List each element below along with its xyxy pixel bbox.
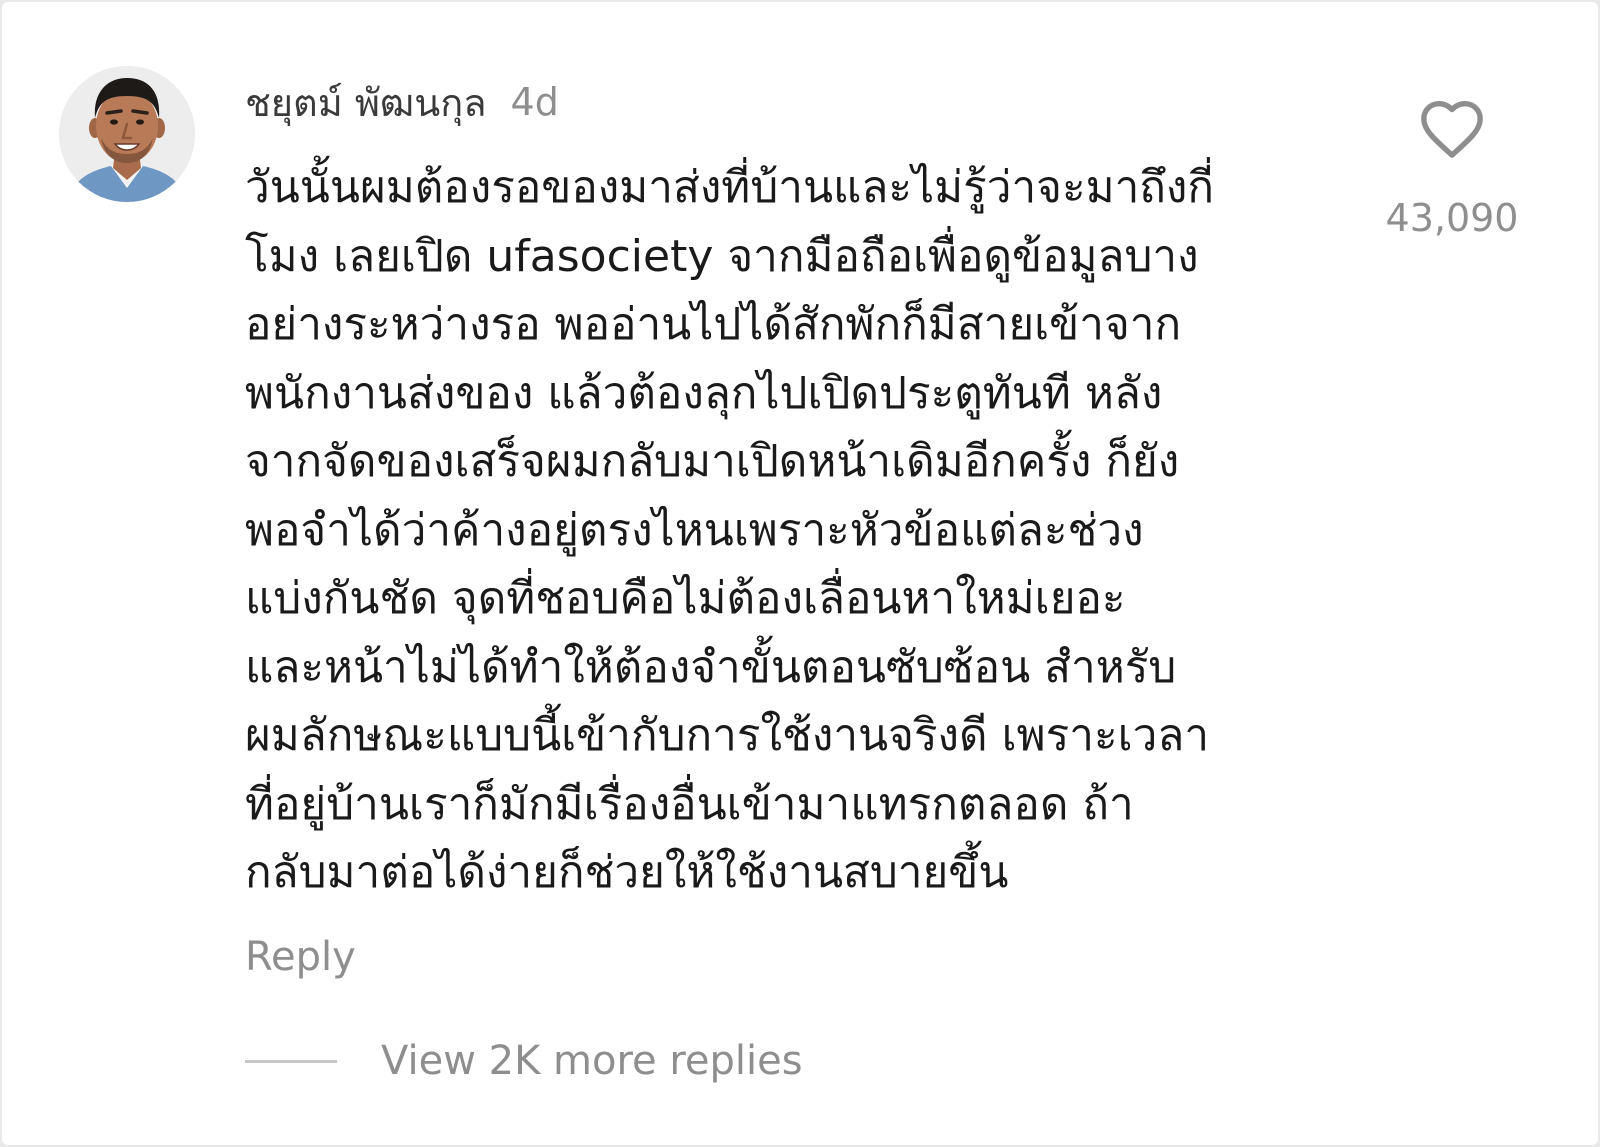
- username[interactable]: ชยุตม์ พัฒนกุล: [245, 72, 487, 133]
- heart-outline-icon: [1421, 100, 1483, 158]
- comment-text-line: โมง เลยเปิด ufasociety จากมือถือเพื่อดูข…: [245, 230, 1199, 282]
- comment-text-line: ผมลักษณะแบบนี้เข้ากับการใช้งานจริงดี เพร…: [245, 710, 1210, 761]
- avatar-photo: [59, 66, 195, 202]
- like-count: 43,090: [1385, 196, 1519, 240]
- view-replies-label: View 2K more replies: [381, 1038, 803, 1084]
- comment-text-line: วันนั้นผมต้องรอของมาส่งที่บ้านและไม่รู้ว…: [245, 162, 1215, 213]
- comment-text-line: พอจำได้ว่าค้างอยู่ตรงไหนเพราะหัวข้อแต่ละ…: [245, 504, 1144, 556]
- comment-text-line: กลับมาต่อได้ง่ายก็ช่วยให้ใช้งานสบายขึ้น: [245, 847, 1009, 898]
- comment-card: ชยุตม์ พัฒนกุล 4d วันนั้นผมต้องรอของมาส่…: [2, 2, 1598, 1145]
- comment-header: ชยุตม์ พัฒนกุล 4d: [245, 72, 559, 132]
- comment-text-line: ที่อยู่บ้านเราก็มักมีเรื่องอื่นเข้ามาแทร…: [245, 778, 1134, 830]
- reply-button[interactable]: Reply: [245, 934, 356, 980]
- comment-text-line: พนักงานส่งของ แล้วต้องลุกไปเปิดประตูทันท…: [245, 367, 1163, 419]
- comment-text-line: แบ่งกันชัด จุดที่ชอบคือไม่ต้องเลื่อนหาให…: [245, 573, 1126, 624]
- view-replies-button[interactable]: View 2K more replies: [245, 1038, 803, 1084]
- avatar[interactable]: [59, 66, 195, 202]
- comment-text: วันนั้นผมต้องรอของมาส่งที่บ้านและไม่รู้ว…: [245, 154, 1350, 908]
- comment-text-line: จากจัดของเสร็จผมกลับมาเปิดหน้าเดิมอีกครั…: [245, 436, 1180, 487]
- like-button[interactable]: [1417, 98, 1487, 160]
- timestamp: 4d: [510, 80, 559, 124]
- replies-divider: [245, 1059, 337, 1063]
- comment-text-line: อย่างระหว่างรอ พออ่านไปได้สักพักก็มีสายเ…: [245, 299, 1182, 350]
- comment-text-line: และหน้าไม่ได้ทำให้ต้องจำขั้นตอนซับซ้อน ส…: [245, 641, 1177, 693]
